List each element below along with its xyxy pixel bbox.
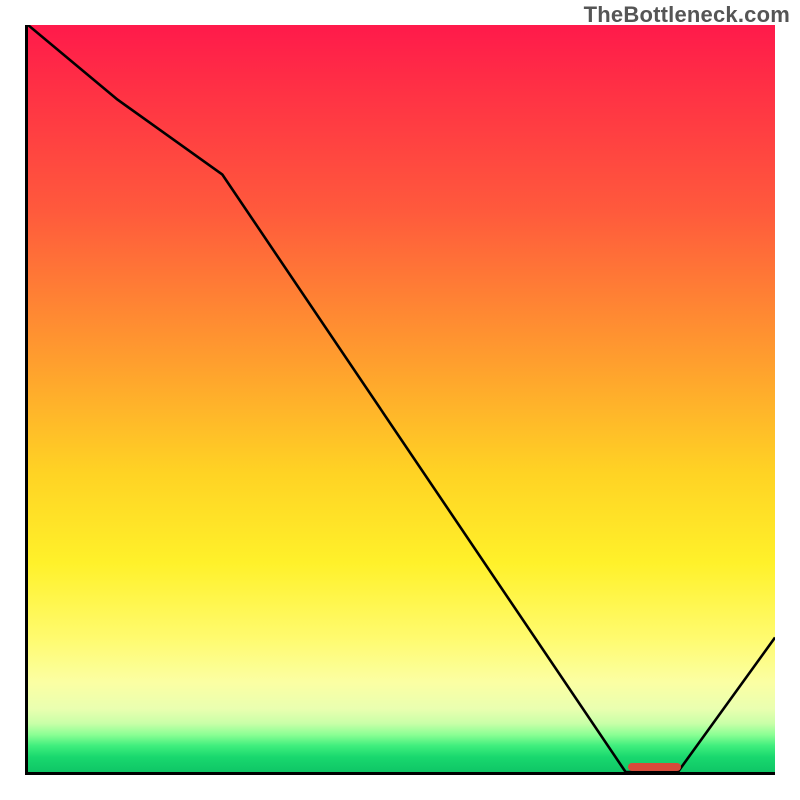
chart-container: TheBottleneck.com — [0, 0, 800, 800]
optimal-range-marker — [628, 763, 681, 771]
bottleneck-curve — [28, 25, 775, 772]
plot-area — [25, 25, 775, 775]
curve-path — [28, 25, 775, 772]
